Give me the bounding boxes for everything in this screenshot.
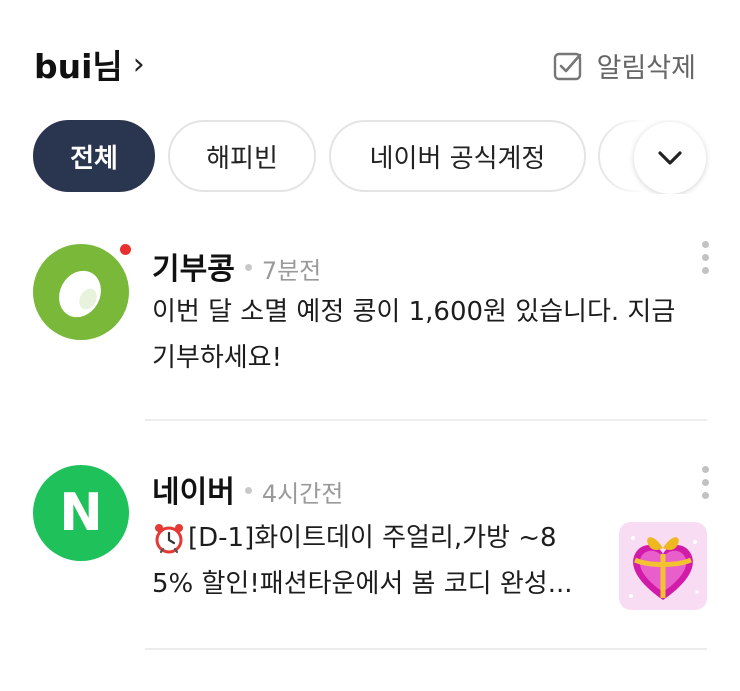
chevron-right-icon: › [132, 46, 145, 82]
chip-happybean[interactable]: 해피빈 [168, 120, 316, 192]
more-dots-icon [701, 466, 709, 473]
message-line: [D-1]화이트데이 주얼리,가방 ~8 [188, 523, 557, 553]
delete-all-button[interactable]: 알림삭제 [553, 46, 696, 85]
sender-name: 기부콩 [152, 252, 235, 287]
more-dots-icon [701, 241, 709, 248]
chevron-down-icon [658, 151, 682, 165]
user-profile-link[interactable]: bui님 › [34, 40, 145, 88]
message-line: 이번 달 소멸 예정 콩이 1,600원 있습니다. 지금 [152, 297, 676, 327]
notification-title: 기부콩 7분전 [152, 244, 321, 288]
notification-item[interactable]: N 네이버 4시간전 [D-1]화이트데이 주얼리,가방 ~8 5% 할인!패션… [0, 445, 740, 650]
notification-title: 네이버 4시간전 [152, 467, 343, 511]
message-line: 5% 할인!패션타운에서 봄 코디 완성... [152, 569, 573, 599]
chip-all-label: 전체 [70, 143, 118, 174]
unread-badge [120, 244, 131, 255]
timestamp: 7분전 [261, 257, 322, 285]
user-name: bui님 [34, 47, 123, 86]
separator-dot [244, 487, 252, 494]
sender-name: 네이버 [152, 475, 235, 510]
more-options-button[interactable] [700, 466, 710, 499]
gift-heart-thumbnail[interactable] [619, 522, 707, 610]
gibukong-avatar [33, 244, 129, 340]
chip-all[interactable]: 전체 [33, 120, 155, 192]
header: bui님 › 알림삭제 [0, 0, 740, 120]
separator-dot [244, 264, 252, 271]
expand-filters-button[interactable] [634, 122, 706, 194]
checkbox-icon [553, 52, 581, 80]
message-line: 기부하세요! [152, 343, 283, 373]
divider [145, 419, 707, 421]
chip-naver-official[interactable]: 네이버 공식계정 [329, 120, 586, 192]
delete-all-label: 알림삭제 [596, 53, 696, 84]
alarm-clock-icon [155, 524, 183, 554]
bean-icon [59, 270, 101, 318]
timestamp: 4시간전 [261, 480, 344, 508]
notification-item[interactable]: 기부콩 7분전 이번 달 소멸 예정 콩이 1,600원 있습니다. 지금 기부… [0, 220, 740, 420]
naver-avatar: N [33, 465, 129, 561]
filter-chips: 전체 해피빈 네이버 공식계정 [0, 120, 740, 194]
divider [145, 648, 707, 650]
chip-naver-official-label: 네이버 공식계정 [369, 143, 546, 174]
gift-heart-icon [629, 536, 699, 600]
notification-message: 이번 달 소멸 예정 콩이 1,600원 있습니다. 지금 기부하세요! [152, 289, 712, 381]
more-options-button[interactable] [700, 241, 710, 274]
chip-happybean-label: 해피빈 [206, 143, 278, 174]
naver-logo-icon: N [59, 483, 103, 543]
notification-message: [D-1]화이트데이 주얼리,가방 ~8 5% 할인!패션타운에서 봄 코디 완… [152, 515, 592, 607]
